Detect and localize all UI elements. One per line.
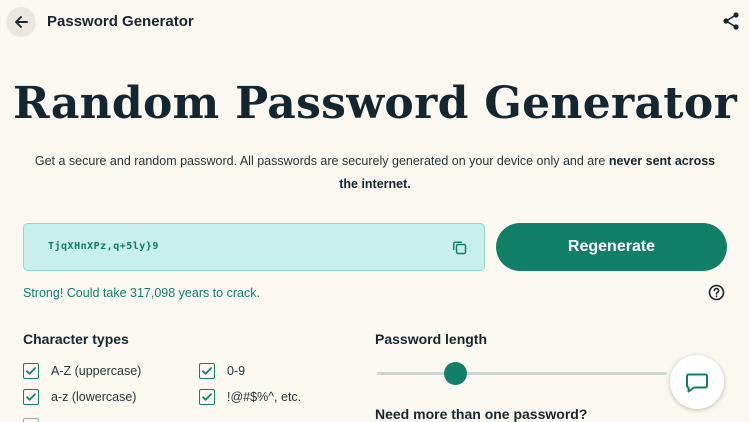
app-title: Password Generator xyxy=(47,13,194,30)
checkbox-symbols[interactable]: !@#$%^, etc. xyxy=(199,389,301,405)
share-button[interactable] xyxy=(720,10,742,32)
password-output-field[interactable]: TjqXHnXPz,q+5ly}9 xyxy=(23,223,485,271)
checkbox-label: !@#$%^, etc. xyxy=(227,390,302,404)
back-button[interactable] xyxy=(6,7,36,37)
checkmark-icon xyxy=(202,393,212,401)
checkbox-box[interactable] xyxy=(23,363,39,379)
question-circle-icon xyxy=(708,284,725,301)
partial-checkbox-row xyxy=(23,416,193,422)
arrow-left-icon xyxy=(15,16,28,28)
generated-password: TjqXHnXPz,q+5ly}9 xyxy=(48,241,159,252)
checkmark-icon xyxy=(202,367,212,375)
top-bar: Password Generator xyxy=(0,0,750,44)
page-subtitle: Get a secure and random password. All pa… xyxy=(30,150,720,196)
checkmark-icon xyxy=(26,393,36,401)
checkbox-label: a-z (lowercase) xyxy=(51,390,137,404)
subtitle-text: Get a secure and random password. All pa… xyxy=(34,154,609,168)
checkbox-box[interactable] xyxy=(199,389,215,405)
checkbox-lowercase[interactable]: a-z (lowercase) xyxy=(23,389,136,405)
chat-button[interactable] xyxy=(670,355,724,409)
copy-button[interactable] xyxy=(451,239,468,256)
checkbox-uppercase[interactable]: A-Z (uppercase) xyxy=(23,363,141,379)
password-length-slider[interactable] xyxy=(377,362,667,385)
copy-icon xyxy=(452,241,467,255)
checkmark-icon xyxy=(26,367,36,375)
help-button[interactable] xyxy=(708,284,725,301)
checkbox-box[interactable] xyxy=(23,389,39,405)
password-strength-text: Strong! Could take 317,098 years to crac… xyxy=(23,286,260,300)
page-title: Random Password Generator xyxy=(12,78,738,129)
password-length-heading: Password length xyxy=(375,331,488,347)
multiple-passwords-heading: Need more than one password? xyxy=(375,406,588,422)
character-types-heading: Character types xyxy=(23,331,129,347)
share-icon xyxy=(723,12,739,30)
checkbox-label: 0-9 xyxy=(227,364,246,378)
checkbox-digits[interactable]: 0-9 xyxy=(199,363,245,379)
checkbox-label: A-Z (uppercase) xyxy=(51,364,142,378)
slider-handle[interactable] xyxy=(443,362,467,385)
checkbox-box[interactable] xyxy=(199,363,215,379)
chat-bubble-icon xyxy=(686,373,708,393)
regenerate-button[interactable]: Regenerate xyxy=(496,223,727,271)
